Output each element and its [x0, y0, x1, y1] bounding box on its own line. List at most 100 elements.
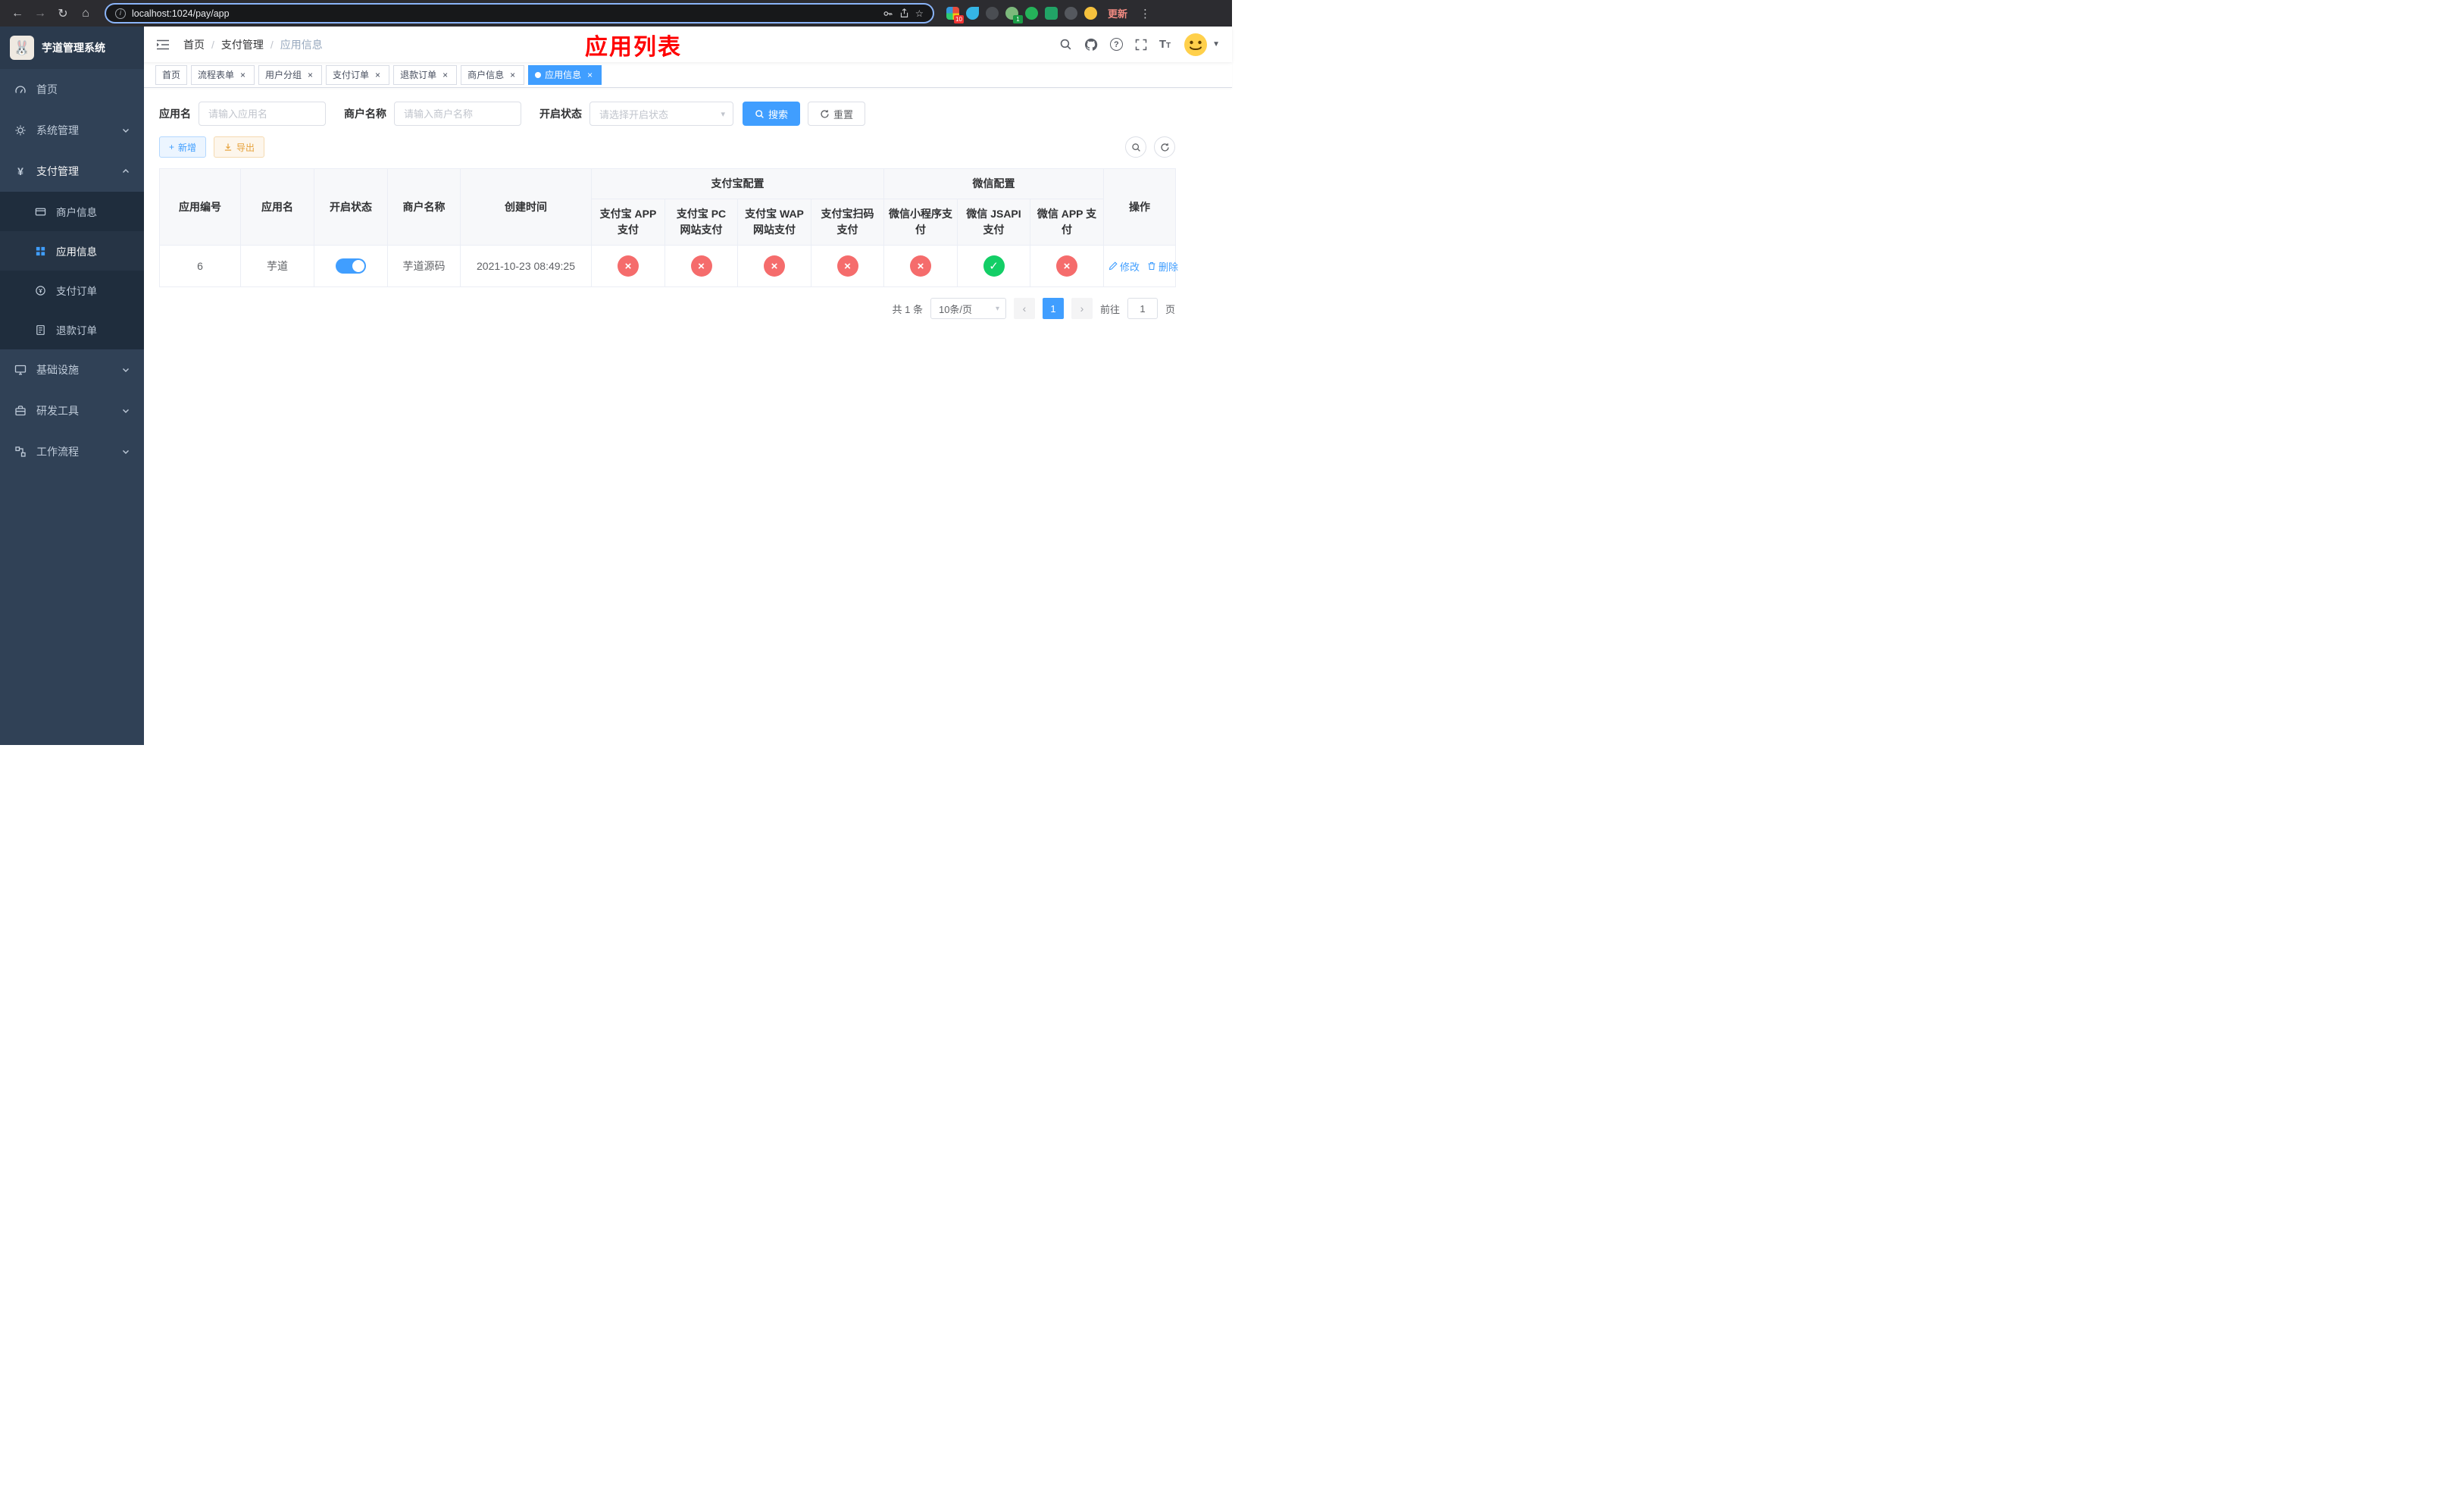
search-icon[interactable]	[1059, 38, 1072, 51]
top-navbar: 首页 / 支付管理 / 应用信息 应用列表 ? TT ▼	[144, 27, 1232, 62]
refresh-table-button[interactable]	[1154, 136, 1175, 158]
font-size-icon[interactable]: TT	[1159, 38, 1171, 51]
app-name-input[interactable]	[199, 102, 326, 126]
extension-icon[interactable]: 1	[1005, 7, 1023, 23]
tab-item[interactable]: 退款订单 ×	[393, 64, 458, 85]
sidebar-logo-row[interactable]: 🐰 芋道管理系统	[0, 27, 144, 69]
tab-item[interactable]: 商户信息 ×	[461, 64, 525, 85]
data-table: 应用编号 应用名 开启状态 商户名称 创建时间 支付宝配置 微信配置 操作 支付…	[159, 168, 1178, 287]
extension-puzzle-icon[interactable]	[1065, 7, 1077, 20]
chevron-down-icon	[122, 366, 130, 374]
show-search-toggle-button[interactable]	[1125, 136, 1146, 158]
page-size-select[interactable]: 10条/页 ▾	[930, 298, 1006, 319]
help-icon[interactable]: ?	[1109, 38, 1123, 51]
sidebar-item-payment[interactable]: ¥ 支付管理	[0, 151, 144, 192]
extension-icon[interactable]: 10	[946, 7, 964, 23]
sidebar-item-dev-tools[interactable]: 研发工具	[0, 390, 144, 431]
extension-icon[interactable]	[966, 7, 979, 20]
goto-label: 前往	[1099, 303, 1120, 315]
sidebar-item-home[interactable]: 首页	[0, 69, 144, 110]
sidebar-item-refund-order[interactable]: 退款订单	[0, 310, 144, 349]
tab-item[interactable]: 用户分组 ×	[258, 64, 323, 85]
sidebar-item-label: 基础设施	[36, 364, 79, 376]
bookmark-star-icon[interactable]: ☆	[915, 8, 924, 19]
col-alipay-qr: 支付宝扫码支付	[811, 199, 884, 246]
tab-item[interactable]: 流程表单 ×	[191, 64, 255, 85]
add-button[interactable]: + 新增	[159, 136, 207, 158]
sidebar-item-system[interactable]: 系统管理	[0, 110, 144, 151]
sidebar-item-merchant-info[interactable]: 商户信息	[0, 192, 144, 231]
tab-item[interactable]: 应用信息 ×	[528, 64, 602, 85]
github-icon[interactable]	[1084, 38, 1098, 52]
reset-button[interactable]: 重置	[808, 102, 866, 126]
status-select[interactable]: 请选择开启状态 ▾	[589, 102, 733, 126]
next-page-button[interactable]: ›	[1071, 298, 1093, 319]
col-created: 创建时间	[460, 168, 592, 246]
enabled-toggle[interactable]	[336, 258, 366, 274]
close-icon[interactable]: ×	[585, 70, 595, 80]
tab-item[interactable]: 首页	[155, 64, 188, 85]
profile-avatar-icon[interactable]	[1084, 7, 1097, 20]
cell-config-2: ×	[737, 245, 811, 287]
sidebar-item-workflow[interactable]: 工作流程	[0, 431, 144, 472]
sidebar-item-app-info[interactable]: 应用信息	[0, 231, 144, 271]
extensions-area: 10 1	[946, 7, 1097, 23]
user-menu[interactable]: ▼	[1183, 32, 1220, 58]
tab-label: 首页	[162, 70, 181, 80]
status-select-placeholder: 请选择开启状态	[599, 108, 669, 121]
address-bar[interactable]: i localhost:1024/pay/app ☆	[105, 3, 934, 23]
sidebar-collapse-icon[interactable]	[156, 39, 170, 51]
close-icon[interactable]: ×	[373, 70, 383, 80]
col-group-alipay: 支付宝配置	[591, 168, 884, 199]
extension-icon[interactable]	[986, 7, 999, 20]
close-icon[interactable]: ×	[440, 70, 450, 80]
cell-app-name: 芋道	[240, 245, 314, 287]
breadcrumb-home[interactable]: 首页	[183, 37, 205, 52]
password-key-icon[interactable]	[883, 8, 893, 19]
search-button[interactable]: 搜索	[743, 102, 801, 126]
cell-merchant: 芋道源码	[387, 245, 461, 287]
sidebar-item-label: 系统管理	[36, 124, 79, 136]
breadcrumb-payment[interactable]: 支付管理	[221, 37, 264, 52]
share-icon[interactable]	[899, 8, 909, 18]
cell-config-6: ×	[1030, 245, 1104, 287]
extension-icon[interactable]	[1025, 7, 1038, 20]
col-app-name: 应用名	[240, 168, 314, 246]
goto-page-input[interactable]	[1127, 298, 1158, 319]
payment-submenu: 商户信息 应用信息 支付订单 退款订单	[0, 192, 144, 349]
browser-home-button[interactable]: ⌂	[76, 4, 95, 23]
chevron-down-icon	[122, 127, 130, 134]
prev-page-button[interactable]: ‹	[1013, 298, 1035, 319]
sidebar-item-label: 支付订单	[56, 286, 97, 297]
browser-update-button[interactable]: 更新	[1108, 6, 1127, 20]
fullscreen-icon[interactable]	[1135, 39, 1147, 51]
sidebar-item-infra[interactable]: 基础设施	[0, 349, 144, 390]
browser-forward-button[interactable]: →	[30, 4, 50, 23]
sidebar-item-pay-order[interactable]: 支付订单	[0, 271, 144, 310]
browser-menu-icon[interactable]: ⋮	[1137, 7, 1154, 20]
delete-link[interactable]: 删除	[1147, 259, 1178, 274]
site-info-icon[interactable]: i	[115, 8, 126, 19]
chevron-down-icon	[122, 448, 130, 455]
extension-icon[interactable]	[1045, 7, 1058, 20]
col-group-wechat: 微信配置	[883, 168, 1104, 199]
close-icon[interactable]: ×	[238, 70, 248, 80]
toolbox-icon	[14, 405, 27, 417]
col-app-id: 应用编号	[159, 168, 241, 246]
browser-back-button[interactable]: ←	[8, 4, 27, 23]
close-icon[interactable]: ×	[508, 70, 518, 80]
table-toolbar: + 新增 导出	[159, 136, 1175, 158]
merchant-name-input[interactable]	[394, 102, 521, 126]
workflow-icon	[14, 446, 27, 458]
edit-link[interactable]: 修改	[1108, 259, 1140, 274]
export-button[interactable]: 导出	[214, 136, 265, 158]
cell-config-4: ×	[883, 245, 958, 287]
browser-refresh-button[interactable]: ↻	[53, 4, 73, 23]
status-label: 开启状态	[539, 108, 582, 120]
refresh-icon	[1160, 142, 1169, 152]
page-number-1[interactable]: 1	[1042, 298, 1064, 319]
close-icon[interactable]: ×	[305, 70, 315, 80]
tab-item[interactable]: 支付订单 ×	[326, 64, 390, 85]
table-row: 6 芋道 芋道源码 2021-10-23 08:49:25 × × × × × ✓ × 修改 删除	[159, 245, 1178, 287]
tab-label: 退款订单	[400, 70, 437, 80]
